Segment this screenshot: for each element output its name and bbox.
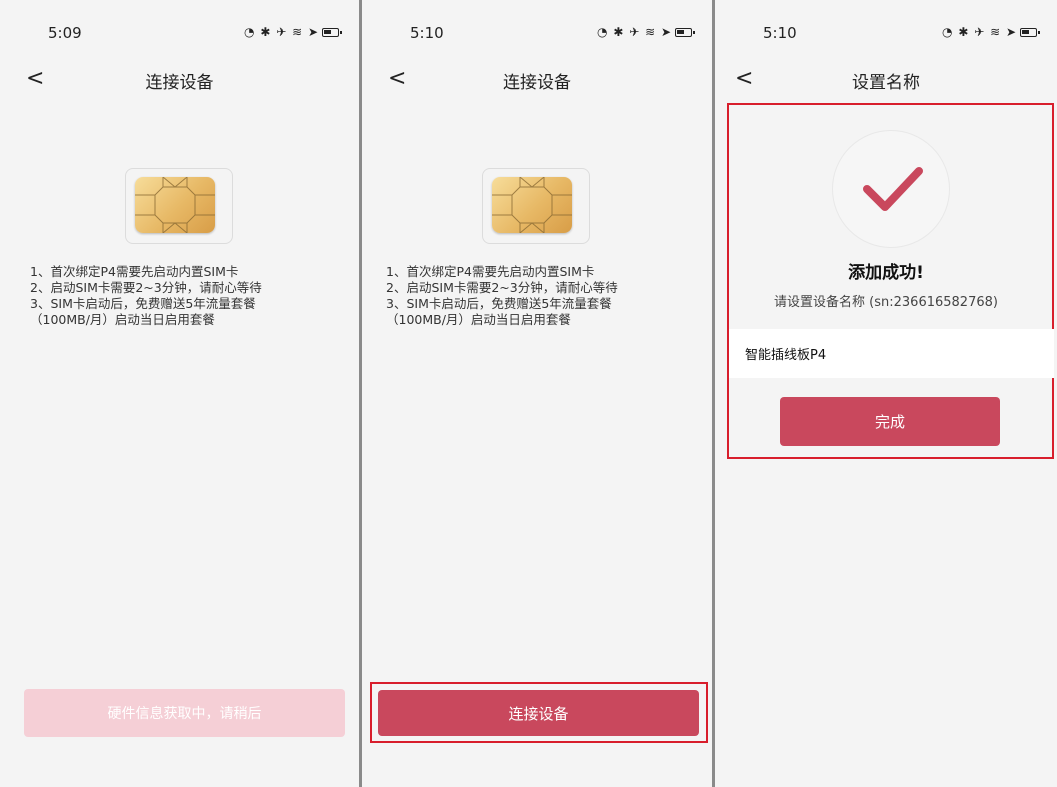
success-title: 添加成功!: [848, 263, 924, 283]
instruction-line: 3、SIM卡启动后，免费赠送5年流量套餐: [30, 296, 256, 311]
instruction-line: 2、启动SIM卡需要2~3分钟，请耐心等待: [30, 280, 262, 295]
page-title: 设置名称: [852, 73, 920, 93]
success-subtitle: 请设置设备名称 (sn:236616582768): [774, 295, 998, 310]
nav-bar: < 设置名称: [715, 66, 1057, 94]
nav-bar: < 连接设备: [362, 66, 712, 94]
instruction-line: 2、启动SIM卡需要2~3分钟，请耐心等待: [386, 280, 618, 295]
status-time: 5:09: [48, 24, 82, 42]
checkmark-icon: [832, 130, 950, 248]
battery-icon: [675, 27, 695, 37]
status-icons: ◔ ✱ ✈ ≋ ➤: [244, 25, 342, 39]
status-bar: 5:09 ◔ ✱ ✈ ≋ ➤: [0, 24, 359, 44]
nav-bar: < 连接设备: [0, 66, 359, 94]
instruction-line: 3、SIM卡启动后，免费赠送5年流量套餐: [386, 296, 612, 311]
device-name-input[interactable]: 智能插线板P4: [729, 329, 1054, 378]
instruction-list: 1、首次绑定P4需要先启动内置SIM卡 2、启动SIM卡需要2~3分钟，请耐心等…: [386, 264, 618, 328]
page-title: 连接设备: [145, 73, 214, 93]
status-icons: ◔ ✱ ✈ ≋ ➤: [597, 25, 695, 39]
sim-card-icon: [125, 168, 235, 246]
status-time: 5:10: [763, 24, 797, 42]
battery-icon: [1020, 27, 1040, 37]
instruction-line: 1、首次绑定P4需要先启动内置SIM卡: [386, 264, 595, 279]
done-button[interactable]: 完成: [780, 397, 1000, 446]
status-icons: ◔ ✱ ✈ ≋ ➤: [942, 25, 1040, 39]
sim-card-icon: [482, 168, 592, 246]
connect-device-button[interactable]: 连接设备: [378, 690, 699, 736]
battery-icon: [322, 27, 342, 37]
status-bar: 5:10 ◔ ✱ ✈ ≋ ➤: [715, 24, 1057, 44]
instruction-line: （100MB/月）启动当日启用套餐: [30, 312, 215, 327]
page-title: 连接设备: [503, 73, 571, 93]
instruction-line: （100MB/月）启动当日启用套餐: [386, 312, 571, 327]
screen-connect-loading: 5:09 ◔ ✱ ✈ ≋ ➤ < 连接设备 1、首次绑定P4需要先启动内置SIM…: [0, 0, 359, 787]
status-time: 5:10: [410, 24, 444, 42]
instruction-list: 1、首次绑定P4需要先启动内置SIM卡 2、启动SIM卡需要2~3分钟，请耐心等…: [30, 264, 262, 328]
status-bar: 5:10 ◔ ✱ ✈ ≋ ➤: [362, 24, 712, 44]
loading-button: 硬件信息获取中，请稍后: [24, 689, 345, 737]
screen-connect-ready: 5:10 ◔ ✱ ✈ ≋ ➤ < 连接设备 1、首次绑定P4需要先启动内置SIM…: [362, 0, 712, 787]
instruction-line: 1、首次绑定P4需要先启动内置SIM卡: [30, 264, 239, 279]
